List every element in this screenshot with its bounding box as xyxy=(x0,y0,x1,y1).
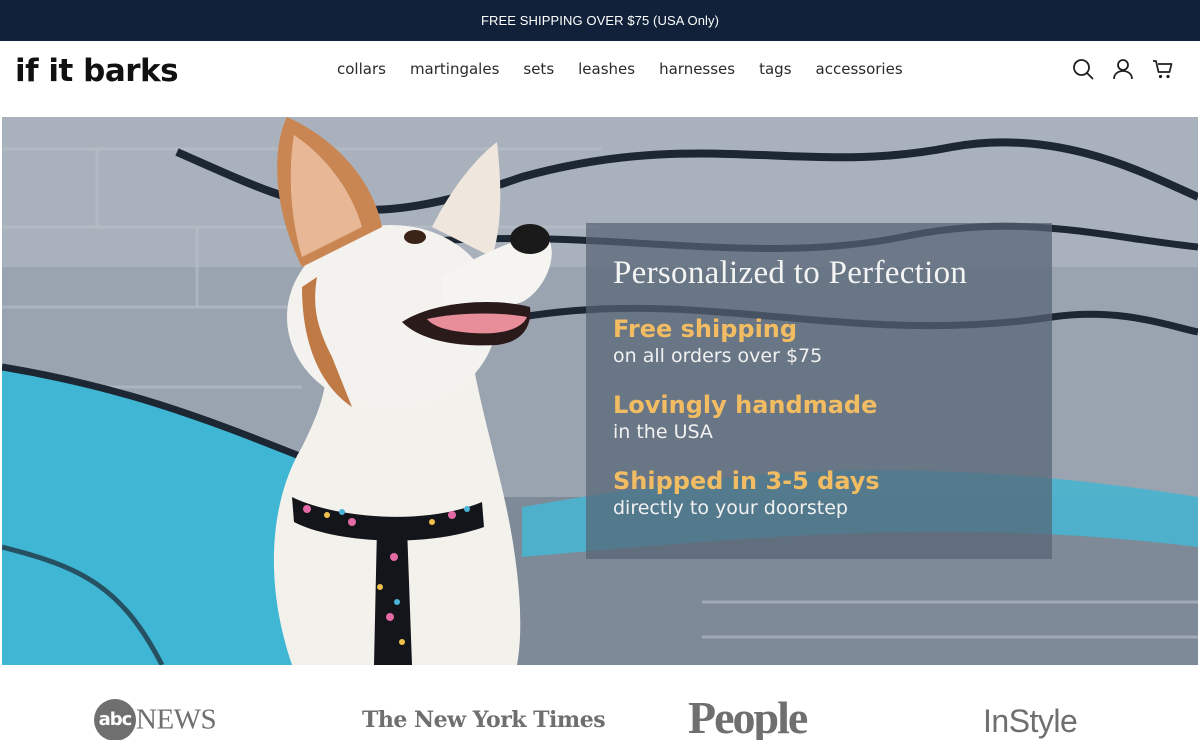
hero-title: Personalized to Perfection xyxy=(613,255,968,291)
feature-subtext: on all orders over $75 xyxy=(613,345,823,367)
nav-tags[interactable]: tags xyxy=(759,60,791,78)
nav-collars[interactable]: collars xyxy=(337,60,386,78)
nav-harnesses[interactable]: harnesses xyxy=(659,60,735,78)
abc-news-text: NEWS xyxy=(136,703,217,736)
nav-accessories[interactable]: accessories xyxy=(816,60,903,78)
main-nav: collars martingales sets leashes harness… xyxy=(337,60,927,78)
feature-subtext: in the USA xyxy=(613,421,713,443)
abc-mark: abc xyxy=(94,699,136,740)
feature-free-shipping: Free shipping on all orders over $75 xyxy=(613,315,822,367)
feature-heading: Shipped in 3-5 days xyxy=(613,467,880,495)
nav-martingales[interactable]: martingales xyxy=(410,60,499,78)
nav-sets[interactable]: sets xyxy=(523,60,554,78)
hero-info-panel: Personalized to Perfection Free shipping… xyxy=(586,223,1052,559)
hero-banner[interactable]: Personalized to Perfection Free shipping… xyxy=(2,117,1198,665)
press-logos: abc NEWS The New York Times People InStyl… xyxy=(0,665,1200,740)
site-logo[interactable]: if it barks xyxy=(15,53,179,89)
nyt-logo: The New York Times xyxy=(362,707,606,733)
feature-heading: Lovingly handmade xyxy=(613,391,878,419)
feature-subtext: directly to your doorstep xyxy=(613,497,848,519)
people-logo: People xyxy=(688,692,808,740)
search-icon[interactable] xyxy=(1072,58,1094,80)
cart-icon[interactable] xyxy=(1152,58,1174,80)
announcement-bar: FREE SHIPPING OVER $75 (USA Only) xyxy=(0,0,1200,41)
announcement-text: FREE SHIPPING OVER $75 (USA Only) xyxy=(480,13,720,28)
nav-leashes[interactable]: leashes xyxy=(578,60,635,78)
instyle-logo: InStyle xyxy=(983,703,1078,739)
abc-news-logo: abc NEWS xyxy=(94,699,217,740)
header-icons xyxy=(1072,58,1174,80)
feature-heading: Free shipping xyxy=(613,315,798,343)
account-icon[interactable] xyxy=(1112,58,1134,80)
feature-handmade: Lovingly handmade in the USA xyxy=(613,391,877,443)
feature-shipping-time: Shipped in 3-5 days directly to your doo… xyxy=(613,467,880,519)
site-header: if it barks collars martingales sets lea… xyxy=(0,41,1200,117)
